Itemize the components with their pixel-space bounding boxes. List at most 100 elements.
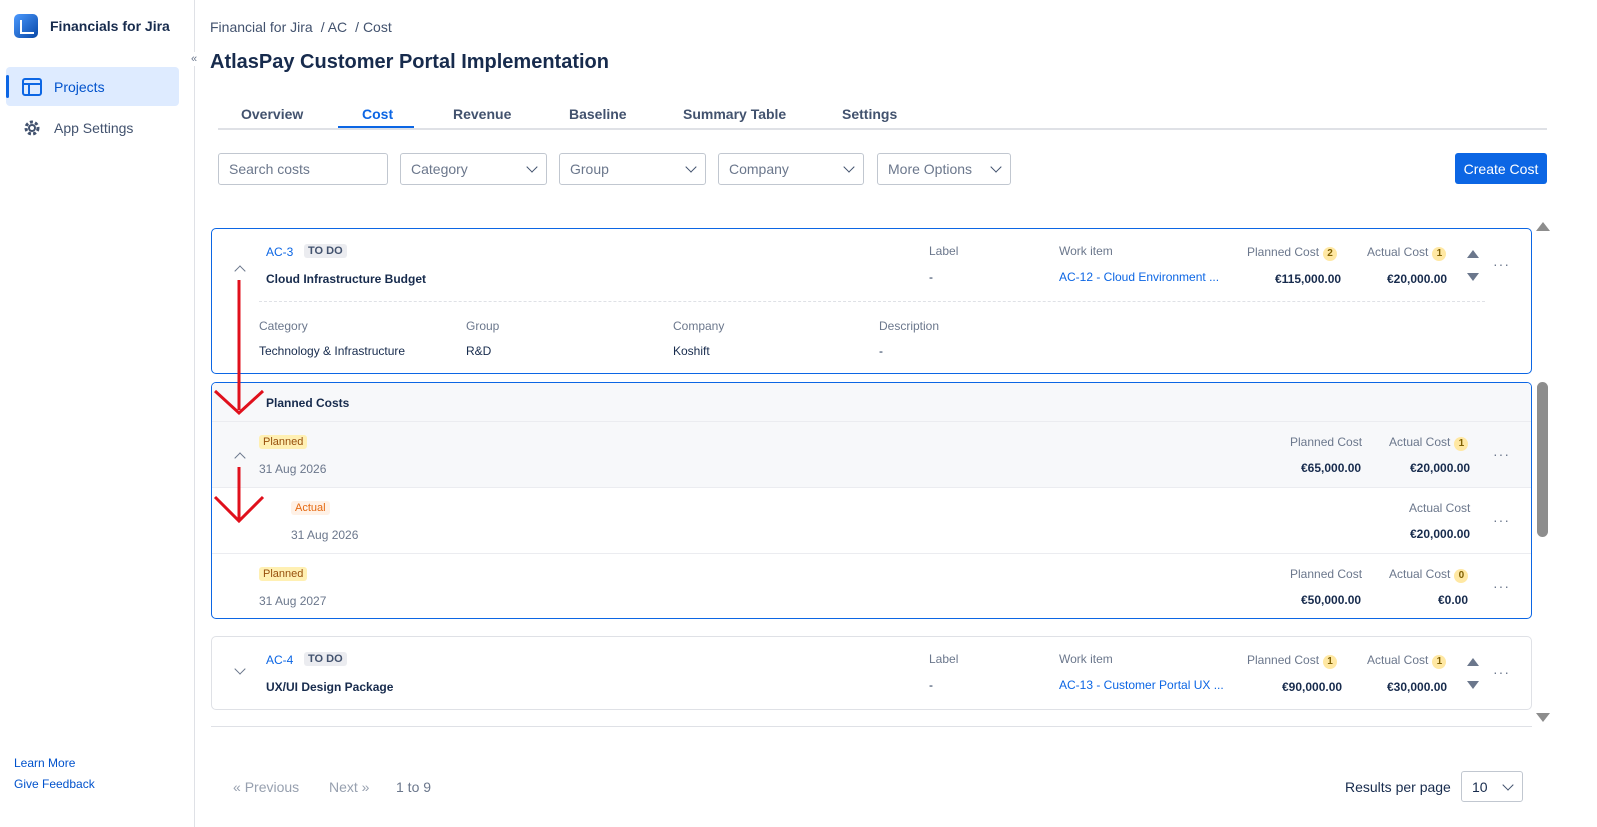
count-badge: 1 (1323, 655, 1338, 669)
tab-overview[interactable]: Overview (241, 106, 303, 122)
chevron-down-icon (1502, 778, 1514, 791)
scrollbar-thumb[interactable] (1537, 382, 1548, 537)
create-cost-button[interactable]: Create Cost (1455, 153, 1547, 184)
tab-bar: Overview Cost Revenue Baseline Summary T… (218, 102, 1547, 130)
give-feedback-link[interactable]: Give Feedback (14, 777, 95, 791)
breadcrumb-item[interactable]: Financial for Jira (210, 19, 313, 35)
group-select[interactable]: Group (559, 153, 706, 185)
category-select[interactable]: Category (400, 153, 547, 185)
more-actions-icon[interactable]: ··· (1493, 664, 1510, 680)
planned-cost-header-label: Planned Cost (1247, 245, 1320, 259)
sidebar-item-app-settings[interactable]: App Settings (6, 108, 179, 147)
planned-cost-header: Planned Cost 2 (1247, 245, 1338, 261)
next-label: Next (329, 779, 358, 795)
planned-cost-header-label: Planned Cost (1247, 653, 1320, 667)
work-item-header: Work item (1059, 652, 1113, 666)
chevron-down-glyph (1502, 778, 1514, 791)
work-item-link[interactable]: AC-13 - Customer Portal UX ... (1059, 678, 1224, 692)
move-down-icon[interactable] (1467, 273, 1479, 281)
results-per-page-label: Results per page (1345, 779, 1451, 795)
more-actions-icon[interactable]: ··· (1493, 578, 1510, 594)
divider (212, 553, 1531, 554)
actual-cost-header: Actual Cost (1409, 501, 1471, 515)
label-value: - (929, 678, 933, 692)
sidebar-item-label: App Settings (54, 119, 134, 136)
cost-title: UX/UI Design Package (266, 680, 394, 694)
tab-revenue[interactable]: Revenue (453, 106, 511, 122)
move-up-icon[interactable] (1467, 658, 1479, 666)
planned-costs-panel: Planned Costs Planned 31 Aug 2026 Planne… (211, 382, 1532, 619)
sidebar-item-projects[interactable]: Projects (6, 67, 179, 106)
count-badge: 1 (1432, 247, 1447, 261)
expand-icon[interactable] (234, 663, 246, 675)
count-badge: 0 (1454, 569, 1469, 583)
actual-cost-value: €0.00 (1438, 593, 1469, 607)
move-down-icon[interactable] (1467, 681, 1479, 689)
more-actions-icon[interactable]: ··· (1493, 512, 1510, 528)
more-actions-icon[interactable]: ··· (1493, 446, 1510, 462)
status-lozenge: TO DO (304, 244, 347, 258)
company-select-label: Company (729, 161, 789, 177)
actual-tag: Actual (291, 501, 330, 515)
search-input[interactable]: Search costs (218, 153, 388, 185)
chevron-down-icon (843, 161, 855, 173)
group-value: R&D (466, 344, 492, 358)
planned-cost-value: €65,000.00 (1301, 461, 1362, 475)
work-item-link[interactable]: AC-12 - Cloud Environment ... (1059, 270, 1219, 284)
actual-cost-header: Actual Cost 1 (1367, 245, 1447, 261)
previous-page-button[interactable]: « Previous (233, 779, 299, 795)
planned-cost-header: Planned Cost (1290, 435, 1363, 449)
tab-baseline[interactable]: Baseline (569, 106, 627, 122)
active-tab-indicator (338, 126, 414, 128)
company-value: Koshift (673, 344, 710, 358)
actual-cost-value: €20,000.00 (1410, 461, 1471, 475)
actual-cost-value: €20,000.00 (1387, 272, 1448, 286)
search-placeholder: Search costs (229, 161, 310, 177)
cost-key-link[interactable]: AC-4 (266, 653, 293, 667)
description-value: - (879, 344, 883, 358)
divider (212, 487, 1531, 488)
next-page-button[interactable]: Next » (329, 779, 369, 795)
count-badge: 1 (1454, 437, 1469, 451)
per-page-value: 10 (1472, 778, 1488, 795)
scroll-down-icon[interactable] (1536, 713, 1550, 722)
label-value: - (929, 270, 933, 284)
tab-summary-table[interactable]: Summary Table (683, 106, 786, 122)
collapse-sidebar-icon[interactable]: « (187, 52, 201, 66)
more-actions-icon[interactable]: ··· (1493, 256, 1510, 272)
actual-cost-header: Actual Cost 0 (1389, 567, 1469, 583)
actual-cost-header-label: Actual Cost (1367, 653, 1429, 667)
company-select[interactable]: Company (718, 153, 864, 185)
cost-card: AC-3 TO DO Cloud Infrastructure Budget L… (211, 228, 1532, 374)
more-options-select[interactable]: More Options (877, 153, 1011, 185)
cost-card: AC-4 TO DO UX/UI Design Package Label - … (211, 636, 1532, 710)
planned-cost-header: Planned Cost 1 (1247, 653, 1338, 669)
label-header: Label (929, 244, 959, 258)
learn-more-link[interactable]: Learn More (14, 756, 75, 770)
actual-cost-header: Actual Cost 1 (1367, 653, 1447, 669)
breadcrumb-item[interactable]: / Cost (355, 19, 392, 35)
planned-costs-header-row (212, 383, 1531, 421)
cost-key-link[interactable]: AC-3 (266, 245, 293, 259)
app-name: Financials for Jira (50, 18, 170, 34)
category-value: Technology & Infrastructure (259, 344, 406, 358)
chevron-down-icon (685, 161, 697, 173)
description-header: Description (879, 319, 940, 333)
page-range: 1 to 9 (396, 779, 432, 795)
app-logo-icon (14, 14, 38, 38)
next-card-edge (211, 726, 1532, 727)
more-options-label: More Options (888, 161, 973, 177)
brand[interactable]: Financials for Jira (14, 14, 170, 38)
tab-settings[interactable]: Settings (842, 106, 897, 122)
chevron-down-icon (990, 161, 1002, 173)
move-up-icon[interactable] (1467, 250, 1479, 258)
actual-cost-header-label: Actual Cost (1389, 567, 1451, 581)
results-per-page-select[interactable]: 10 (1461, 771, 1523, 802)
planned-costs-header: Planned Costs (266, 396, 350, 410)
scroll-up-icon[interactable] (1536, 222, 1550, 231)
count-badge: 1 (1432, 655, 1447, 669)
category-select-label: Category (411, 161, 468, 177)
breadcrumb-item[interactable]: / AC (321, 19, 347, 35)
group-select-label: Group (570, 161, 609, 177)
tab-cost[interactable]: Cost (362, 106, 393, 122)
